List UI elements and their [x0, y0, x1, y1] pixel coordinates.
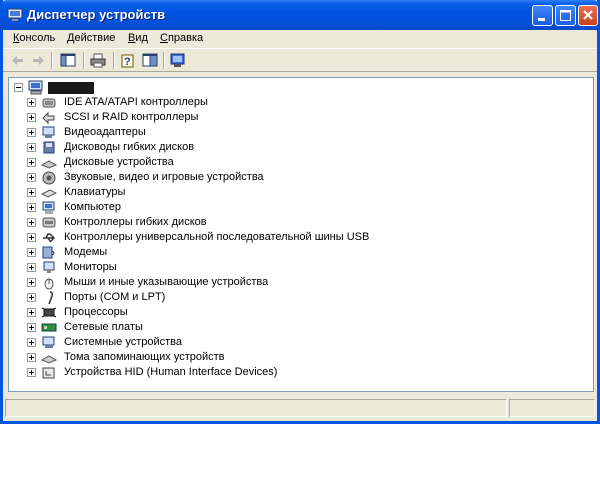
- menu-help[interactable]: Справка: [160, 32, 203, 44]
- storage-volume-icon: [41, 355, 57, 364]
- tree-item-label: Контроллеры гибких дисков: [64, 216, 207, 228]
- maximize-button[interactable]: [555, 5, 576, 26]
- scsi-controller-icon: [42, 111, 55, 125]
- port-icon: [48, 291, 53, 305]
- expand-toggle[interactable]: [27, 188, 36, 197]
- display-adapter-icon: [42, 126, 55, 138]
- toolbar-separator: [83, 52, 85, 69]
- tree-item-label: Порты (COM и LPT): [64, 291, 166, 303]
- title-bar[interactable]: Диспетчер устройств: [0, 0, 600, 30]
- computer-icon: [42, 201, 55, 214]
- properties-icon[interactable]: [141, 52, 159, 69]
- svg-text:?: ?: [124, 56, 131, 68]
- tree-item-label: IDE ATA/ATAPI контроллеры: [64, 96, 208, 108]
- toolbar-separator: [113, 52, 115, 69]
- status-bar: [3, 397, 597, 419]
- floppy-drive-icon: [43, 141, 55, 154]
- monitor-icon: [43, 261, 55, 273]
- status-panel-main: [5, 399, 507, 417]
- tree-item-label: Мыши и иные указывающие устройства: [64, 276, 269, 288]
- minimize-button[interactable]: [532, 5, 553, 26]
- tree-item-label: Компьютер: [64, 201, 121, 213]
- system-device-icon: [42, 336, 55, 348]
- expand-toggle[interactable]: [27, 338, 36, 347]
- tree-item-label: Тома запоминающих устройств: [64, 351, 225, 363]
- expand-toggle[interactable]: [27, 173, 36, 182]
- expand-toggle[interactable]: [27, 323, 36, 332]
- keyboard-icon: [41, 189, 57, 198]
- device-tree[interactable]: IDE ATA/ATAPI контроллеры SCSI и RAID кон…: [8, 77, 594, 392]
- ide-controller-icon: [42, 98, 56, 108]
- sound-device-icon: [42, 171, 56, 185]
- help-icon[interactable]: ?: [119, 52, 137, 69]
- tree-item-label: Звуковые, видео и игровые устройства: [64, 171, 264, 183]
- close-button[interactable]: [578, 5, 598, 26]
- usb-icon: [43, 233, 56, 243]
- expand-toggle[interactable]: [27, 203, 36, 212]
- toolbar: ?: [3, 48, 597, 72]
- menu-action[interactable]: Действие: [67, 32, 115, 44]
- maximize-icon: [560, 10, 571, 21]
- expand-toggle[interactable]: [27, 128, 36, 137]
- tree-item-label: Дисковые устройства: [64, 156, 174, 168]
- menu-help-label: правка: [167, 32, 204, 44]
- expand-toggle[interactable]: [27, 308, 36, 317]
- tree-item-label: SCSI и RAID контроллеры: [64, 111, 199, 123]
- collapse-toggle[interactable]: [14, 83, 23, 92]
- mouse-icon: [44, 278, 54, 290]
- expand-toggle[interactable]: [27, 158, 36, 167]
- expand-toggle[interactable]: [27, 293, 36, 302]
- toolbar-separator: [51, 52, 53, 69]
- menu-help-hotkey: С: [160, 32, 168, 44]
- expand-toggle[interactable]: [27, 248, 36, 257]
- menu-view-label: ид: [135, 32, 148, 44]
- tree-item-label: Модемы: [64, 246, 108, 258]
- tree-item-label: Мониторы: [64, 261, 117, 273]
- tree-item-label: Клавиатуры: [64, 186, 126, 198]
- minimize-icon: [538, 18, 545, 21]
- expand-toggle[interactable]: [27, 113, 36, 122]
- close-icon: [583, 10, 593, 20]
- expand-toggle[interactable]: [27, 368, 36, 377]
- device-manager-window: Диспетчер устройств Консоль Действие Вид…: [0, 0, 600, 424]
- back-icon[interactable]: [9, 52, 27, 69]
- menu-console-label: онсоль: [19, 32, 56, 44]
- expand-toggle[interactable]: [27, 278, 36, 287]
- computer-name-redacted: [48, 82, 94, 94]
- tree-item-label: Контроллеры универсальной последовательн…: [64, 231, 370, 243]
- menu-console[interactable]: Консоль: [13, 32, 55, 44]
- tree-item-label: Системные устройства: [64, 336, 183, 348]
- tree-item-label: Устройства HID (Human Interface Devices): [64, 366, 278, 378]
- expand-toggle[interactable]: [27, 218, 36, 227]
- hid-icon: [42, 367, 55, 379]
- menu-action-label: ействие: [74, 32, 116, 44]
- tree-item-label: Дисководы гибких дисков: [64, 141, 195, 153]
- print-icon[interactable]: [89, 52, 107, 69]
- show-hide-tree-icon[interactable]: [59, 52, 77, 69]
- forward-icon[interactable]: [29, 52, 47, 69]
- tree-item-label: Видеоадаптеры: [64, 126, 146, 138]
- disk-drive-icon: [41, 160, 57, 169]
- expand-toggle[interactable]: [27, 98, 36, 107]
- window-title: Диспетчер устройств: [27, 7, 166, 22]
- processor-icon: [41, 307, 57, 318]
- menu-view[interactable]: Вид: [128, 32, 148, 44]
- status-panel-secondary: [509, 399, 595, 417]
- toolbar-separator: [163, 52, 165, 69]
- tree-item-label: Сетевые платы: [64, 321, 143, 333]
- expand-toggle[interactable]: [27, 233, 36, 242]
- computer-icon: [28, 80, 43, 95]
- menu-bar: Консоль Действие Вид Справка: [3, 30, 597, 48]
- expand-toggle[interactable]: [27, 353, 36, 362]
- modem-icon: [42, 246, 55, 259]
- tree-item-label: Процессоры: [64, 306, 128, 318]
- expand-toggle[interactable]: [27, 263, 36, 272]
- network-adapter-icon: [41, 323, 57, 332]
- floppy-controller-icon: [42, 217, 56, 228]
- device-manager-icon: [7, 8, 23, 21]
- scan-hardware-icon[interactable]: [169, 52, 187, 69]
- expand-toggle[interactable]: [27, 143, 36, 152]
